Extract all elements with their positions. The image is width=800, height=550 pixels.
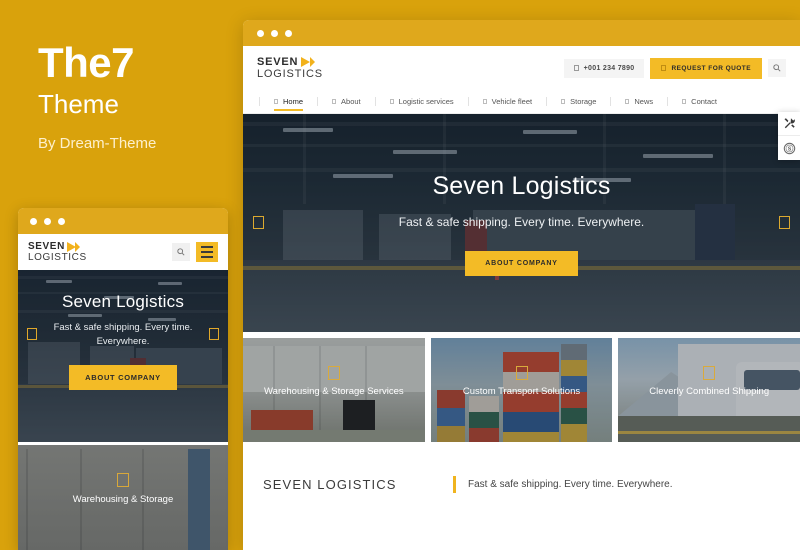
desktop-logo-line1: SEVEN: [257, 55, 299, 68]
mobile-logo-line2: LOGISTICS: [28, 251, 87, 263]
desktop-hero-heading: Seven Logistics: [432, 172, 611, 200]
main-navigation: Home About Logistic services Vehicle fle…: [243, 90, 800, 114]
window-dot-close[interactable]: [257, 29, 264, 37]
hamburger-menu-icon[interactable]: [196, 242, 218, 262]
promo-byline: By Dream-Theme: [38, 134, 157, 152]
service-card-title: Custom Transport Solutions: [462, 386, 581, 397]
truck-icon: [482, 99, 487, 104]
promo-title: The7: [38, 39, 135, 86]
service-card-title: Cleverly Combined Shipping: [649, 386, 770, 397]
tools-wrench-icon[interactable]: [778, 112, 800, 136]
window-dot-minimize[interactable]: [44, 217, 51, 225]
desktop-logo-line2: LOGISTICS: [257, 67, 323, 80]
box-icon: [561, 99, 566, 104]
desktop-hero-slider: Seven Logistics Fast & safe shipping. Ev…: [243, 114, 800, 332]
nav-label: Vehicle fleet: [491, 97, 533, 106]
phone-number-label: +001 234 7890: [583, 64, 635, 72]
footer-accent-bar: [453, 476, 456, 493]
nav-label: News: [634, 97, 654, 106]
news-icon: [625, 99, 630, 104]
quote-icon: [661, 65, 667, 71]
truck-icon: [703, 366, 716, 380]
mobile-slider-prev[interactable]: [27, 328, 37, 340]
nav-label: About: [341, 97, 361, 106]
warehouse-icon: [327, 366, 340, 380]
nav-item-logistic-services[interactable]: Logistic services: [376, 97, 468, 106]
nav-item-vehicle-fleet[interactable]: Vehicle fleet: [469, 97, 546, 106]
home-icon: [274, 99, 278, 104]
service-cards-row: Warehousing & Storage Services Custom Tr…: [243, 332, 800, 442]
footer-title: SEVEN LOGISTICS: [263, 477, 397, 492]
services-icon: [389, 99, 394, 104]
phone-number[interactable]: +001 234 7890: [563, 58, 645, 78]
request-quote-label: REQUEST FOR QUOTE: [671, 64, 751, 72]
mobile-hero-slider: Seven Logistics Fast & safe shipping. Ev…: [18, 270, 228, 442]
container-icon: [515, 366, 528, 380]
info-icon: [332, 99, 337, 104]
mobile-titlebar: [18, 208, 228, 234]
service-card-warehousing[interactable]: Warehousing & Storage Services: [243, 338, 425, 442]
nav-item-contact[interactable]: Contact: [668, 97, 731, 106]
nav-label: Storage: [570, 97, 597, 106]
desktop-slider-prev[interactable]: [253, 216, 264, 229]
coin-dollar-icon[interactable]: S: [778, 136, 800, 160]
desktop-titlebar: [243, 20, 800, 46]
nav-item-about[interactable]: About: [318, 97, 375, 106]
request-quote-button[interactable]: REQUEST FOR QUOTE: [650, 57, 762, 79]
promo-subtitle: Theme: [38, 89, 119, 119]
placeholder-icon: [117, 473, 129, 487]
desktop-slider-next[interactable]: [779, 216, 790, 229]
floating-tools-panel: S: [778, 112, 800, 160]
search-icon[interactable]: [768, 59, 786, 77]
nav-item-home[interactable]: Home: [260, 97, 317, 111]
window-dot-minimize[interactable]: [271, 29, 278, 37]
mobile-about-company-button[interactable]: ABOUT COMPANY: [69, 364, 177, 390]
mobile-slider-next[interactable]: [209, 328, 219, 340]
mail-icon: [682, 99, 687, 104]
logo-arrow-small-icon: [310, 57, 316, 67]
nav-label: Home: [283, 97, 304, 106]
service-card-shipping[interactable]: Cleverly Combined Shipping: [618, 338, 800, 442]
promo-block: The7 Theme By Dream-Theme: [38, 42, 238, 152]
desktop-hero-subheading: Fast & safe shipping. Every time. Everyw…: [398, 215, 645, 229]
desktop-preview-window: SEVEN LOGISTICS +001 234 7890 REQUEST FO…: [243, 20, 800, 550]
mobile-hero-subheading: Fast & safe shipping. Every time. Everyw…: [53, 322, 193, 347]
mobile-service-card[interactable]: Warehousing & Storage: [18, 442, 228, 550]
footer-tagline: Fast & safe shipping. Every time. Everyw…: [468, 479, 673, 490]
desktop-site-header: SEVEN LOGISTICS +001 234 7890 REQUEST FO…: [243, 46, 800, 90]
footer-strip: SEVEN LOGISTICS Fast & safe shipping. Ev…: [243, 442, 800, 493]
search-icon[interactable]: [172, 243, 190, 261]
mobile-hero-heading: Seven Logistics: [61, 292, 185, 311]
logo-arrow-small-icon: [74, 241, 80, 252]
nav-label: Contact: [691, 97, 718, 106]
service-card-transport[interactable]: Custom Transport Solutions: [430, 338, 613, 442]
mobile-logo[interactable]: SEVEN LOGISTICS: [28, 240, 87, 263]
window-dot-maximize[interactable]: [58, 217, 65, 225]
mobile-card-title: Warehousing & Storage: [72, 494, 174, 505]
window-dot-maximize[interactable]: [285, 29, 292, 37]
phone-icon: [573, 65, 579, 71]
service-card-title: Warehousing & Storage Services: [264, 386, 404, 397]
mobile-preview-window: SEVEN LOGISTICS Seven Logistics Fast & s…: [18, 208, 228, 550]
mobile-site-header: SEVEN LOGISTICS: [18, 234, 228, 270]
window-dot-close[interactable]: [30, 217, 37, 225]
logo-arrow-icon: [301, 57, 311, 67]
nav-item-news[interactable]: News: [611, 97, 667, 106]
mobile-logo-line1: SEVEN: [28, 240, 65, 252]
nav-item-storage[interactable]: Storage: [547, 97, 610, 106]
about-company-button[interactable]: ABOUT COMPANY: [465, 251, 578, 276]
nav-label: Logistic services: [398, 97, 454, 106]
desktop-logo[interactable]: SEVEN LOGISTICS: [257, 55, 323, 80]
